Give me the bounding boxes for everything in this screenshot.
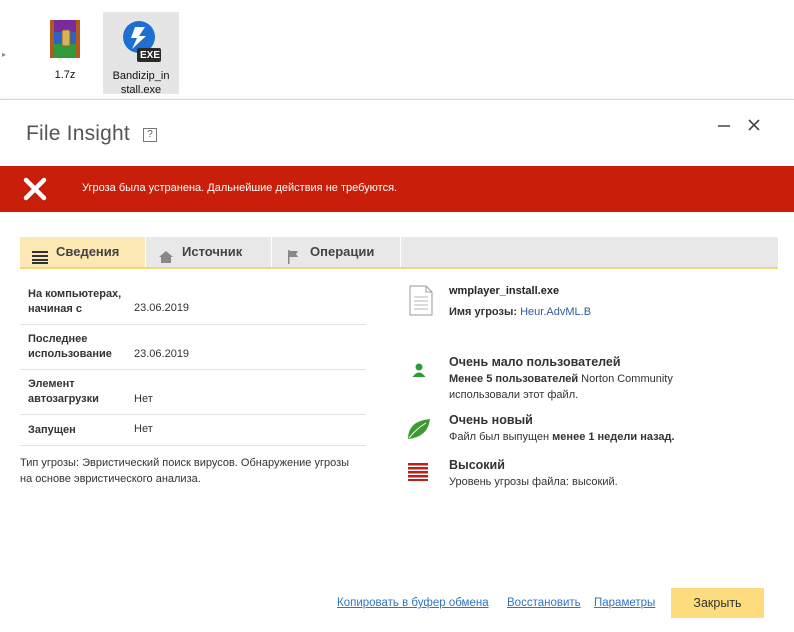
home-icon (158, 245, 174, 263)
tab-operations[interactable]: Операции (272, 237, 400, 267)
row-value: Нет (134, 423, 153, 435)
restore-link[interactable]: Восстановить (507, 597, 581, 609)
tab-details[interactable]: Сведения (20, 237, 145, 267)
insight-text: Уровень угрозы файла: высокий. (449, 476, 618, 488)
desktop-icon-bandizip[interactable]: EXE Bandizip_in stall.exe (103, 12, 179, 96)
tab-source[interactable]: Источник (146, 237, 271, 267)
flag-icon (286, 245, 302, 264)
row-value: Нет (134, 393, 153, 405)
row-label: Запущен (28, 424, 76, 436)
row-value: 23.06.2019 (134, 348, 190, 360)
insight-title: Высокий (449, 458, 505, 472)
insight-title: Очень мало пользователей (449, 355, 621, 369)
exe-badge: EXE (140, 50, 161, 61)
insight-text: Файл был выпущен менее 1 недели назад. (449, 431, 675, 443)
table-row: Запущен Нет (20, 415, 366, 446)
table-row: Последнее использование 23.06.2019 (20, 325, 366, 370)
desktop-icon-label: Bandizip_in (112, 70, 170, 82)
threat-name-value[interactable]: Heur.AdvML.B (520, 306, 591, 318)
user-icon (411, 362, 427, 383)
details-list-icon (32, 245, 48, 264)
row-value: 23.06.2019 (134, 302, 190, 314)
tab-bar: Сведения Источник Операции (20, 237, 778, 269)
x-mark-icon (22, 176, 48, 202)
exe-installer-icon: EXE (117, 17, 165, 65)
threat-name-label: Имя угрозы: (449, 306, 518, 318)
table-row: На компьютерах, начиная с 23.06.2019 (20, 278, 366, 325)
row-label: Элемент автозагрузки (28, 378, 99, 405)
threat-level-bars-icon (408, 463, 428, 486)
row-label: Последнее использование (28, 333, 112, 360)
settings-link[interactable]: Параметры (594, 597, 655, 609)
insight-text: Менее 5 пользователей Norton Community (449, 373, 673, 385)
tab-label: Операции (310, 244, 375, 259)
tab-label: Сведения (56, 244, 120, 259)
insight-text-2: использовали этот файл. (449, 389, 579, 401)
threat-type-description: Тип угрозы: Эвристический поиск вирусов.… (20, 457, 350, 485)
file-document-icon (409, 285, 433, 316)
close-window-button[interactable] (743, 114, 765, 136)
minimize-button[interactable] (713, 114, 735, 136)
details-table: На компьютерах, начиная с 23.06.2019 Посл… (20, 278, 366, 446)
tab-divider (400, 237, 401, 267)
close-icon (748, 119, 760, 131)
close-button[interactable]: Закрыть (671, 588, 764, 618)
desktop-icon-label-2: stall.exe (120, 84, 162, 96)
winrar-archive-icon (41, 16, 89, 64)
desktop-icon-label: 1.7z (54, 69, 76, 81)
file-insight-dialog: File Insight ? Угроза была устранена. Да… (0, 99, 794, 632)
leaf-icon (406, 417, 432, 446)
insight-title: Очень новый (449, 413, 533, 427)
tab-label: Источник (182, 244, 243, 259)
desktop-icon-1-7z[interactable]: 1.7z (28, 12, 102, 82)
banner-text: Угроза была устранена. Дальнейшие действ… (82, 182, 398, 194)
desktop-scroll-arrow-icon: ▸ (2, 50, 7, 59)
dialog-title: File Insight (26, 122, 130, 145)
file-name: wmplayer_install.exe (449, 285, 560, 297)
row-label: На компьютерах, начиная с (28, 288, 122, 315)
threat-resolved-banner: Угроза была устранена. Дальнейшие действ… (0, 166, 794, 212)
minimize-icon (718, 125, 730, 127)
help-icon[interactable]: ? (143, 128, 157, 142)
copy-to-clipboard-link[interactable]: Копировать в буфер обмена (337, 597, 489, 609)
threat-name-line: Имя угрозы: Heur.AdvML.B (449, 306, 591, 318)
table-row: Элемент автозагрузки Нет (20, 370, 366, 415)
